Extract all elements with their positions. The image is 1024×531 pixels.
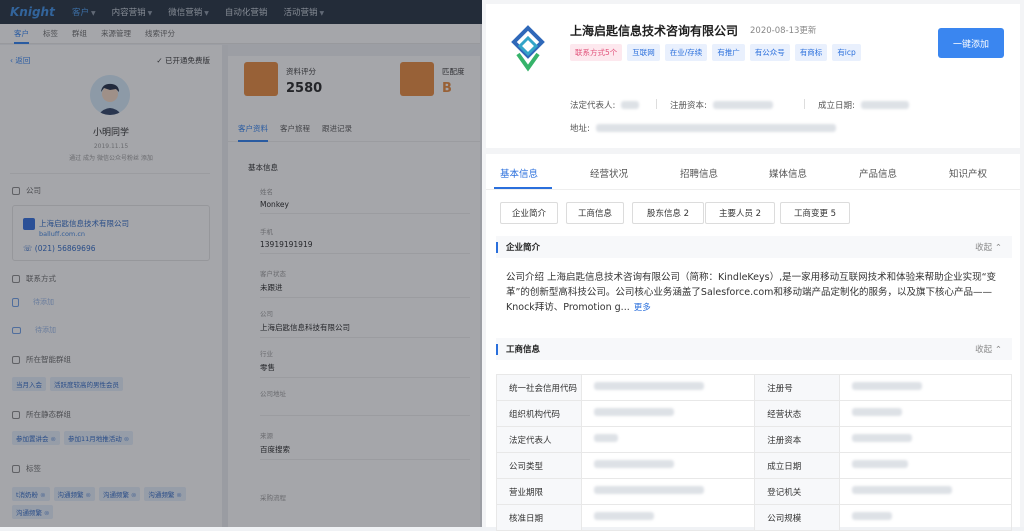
intro-title: 企业简介 <box>506 243 541 253</box>
modal-backdrop[interactable] <box>0 0 482 527</box>
blurred-value <box>593 408 674 416</box>
blurred-value <box>852 408 903 416</box>
blurred-value <box>852 382 923 390</box>
company-logo-icon <box>511 25 545 72</box>
table-key: 成立日期 <box>754 452 841 479</box>
table-key: 统一社会信用代码 <box>496 374 582 401</box>
blurred-value <box>621 101 640 109</box>
table-row: 组织机构代码 经营状态 <box>496 400 1012 427</box>
badge-promotion: 有推广 <box>712 44 745 61</box>
badge-status: 在业/存续 <box>664 44 708 61</box>
table-key: 营业期限 <box>496 478 582 505</box>
table-value <box>839 374 1012 401</box>
divider <box>656 99 657 109</box>
badge-wechat-account: 有公众号 <box>749 44 790 61</box>
tab-ip[interactable]: 知识产权 <box>949 166 987 180</box>
company-header: 上海启匙信息技术咨询有限公司 2020-08-13更新 联系方式5个 互联网 在… <box>486 4 1020 148</box>
table-value <box>580 426 756 453</box>
update-date: 2020-08-13更新 <box>750 26 817 36</box>
blurred-value <box>852 512 893 520</box>
section-marker <box>496 241 498 253</box>
divider <box>804 99 805 109</box>
blurred-value <box>593 382 704 390</box>
blurred-value <box>712 101 773 109</box>
address-info: 地址: <box>570 122 836 134</box>
table-value <box>580 452 756 479</box>
anchor-company-intro[interactable]: 企业简介 <box>500 202 558 224</box>
blurred-value <box>593 512 654 520</box>
table-value <box>580 478 756 505</box>
table-key: 公司类型 <box>496 452 582 479</box>
badge-trademark: 有商标 <box>794 44 828 61</box>
blurred-value <box>852 486 953 494</box>
company-intro-text: 公司介绍 上海启匙信息技术咨询有限公司（简称：KindleKeys）,是一家用移… <box>506 272 997 313</box>
table-row: 统一社会信用代码 注册号 <box>496 374 1012 401</box>
blurred-value <box>593 486 704 494</box>
capital-info: 注册资本: <box>670 99 773 111</box>
table-value <box>839 426 1012 453</box>
biz-section-header: 工商信息 收起 ⌃ <box>496 338 1012 360</box>
biz-collapse-toggle[interactable]: 收起 ⌃ <box>975 343 1002 355</box>
badge-contacts[interactable]: 联系方式5个 <box>570 44 623 61</box>
section-marker <box>496 343 498 355</box>
table-value <box>580 374 756 401</box>
more-link[interactable]: 更多 <box>634 303 651 313</box>
table-value <box>839 400 1012 427</box>
biz-title: 工商信息 <box>506 345 541 355</box>
table-row: 公司类型 成立日期 <box>496 452 1012 479</box>
tab-media[interactable]: 媒体信息 <box>769 166 807 180</box>
anchor-business-changes[interactable]: 工商变更 5 <box>780 202 850 224</box>
one-click-add-button[interactable]: 一键添加 <box>938 28 1004 58</box>
blurred-value <box>593 460 674 468</box>
table-row: 法定代表人 注册资本 <box>496 426 1012 453</box>
blurred-value <box>860 101 909 109</box>
table-key: 登记机关 <box>754 478 841 505</box>
table-key: 注册号 <box>754 374 841 401</box>
table-key: 组织机构代码 <box>496 400 582 427</box>
badge-industry: 互联网 <box>627 44 660 61</box>
table-row: 营业期限 登记机关 <box>496 478 1012 505</box>
company-badges: 联系方式5个 互联网 在业/存续 有推广 有公众号 有商标 有icp <box>570 44 910 66</box>
table-value <box>839 478 1012 505</box>
tab-operations[interactable]: 经营状况 <box>590 166 628 180</box>
anchor-business-info[interactable]: 工商信息 <box>566 202 624 224</box>
anchor-shareholders[interactable]: 股东信息 2 <box>632 202 704 224</box>
intro-collapse-toggle[interactable]: 收起 ⌃ <box>975 241 1002 253</box>
table-key: 注册资本 <box>754 426 841 453</box>
active-tab-indicator <box>494 187 552 189</box>
tab-recruitment[interactable]: 招聘信息 <box>680 166 718 180</box>
blurred-value <box>595 124 836 132</box>
table-key: 经营状态 <box>754 400 841 427</box>
company-title: 上海启匙信息技术咨询有限公司 <box>570 24 739 38</box>
tab-products[interactable]: 产品信息 <box>859 166 897 180</box>
blurred-value <box>852 460 909 468</box>
company-tabs: 基本信息 经营状况 招聘信息 媒体信息 产品信息 知识产权 <box>486 154 1020 190</box>
company-body: 基本信息 经营状况 招聘信息 媒体信息 产品信息 知识产权 企业简介 工商信息 … <box>486 154 1020 531</box>
tab-basic-info[interactable]: 基本信息 <box>500 166 538 180</box>
table-value <box>580 400 756 427</box>
badge-icp: 有icp <box>832 44 861 61</box>
anchor-key-people[interactable]: 主要人员 2 <box>705 202 775 224</box>
intro-section-header: 企业简介 收起 ⌃ <box>496 236 1012 258</box>
business-info-table: 统一社会信用代码 注册号 组织机构代码 经营状态 法定代表人 注册资本 公司类型 成立日… <box>496 374 1012 531</box>
blurred-value <box>593 434 618 442</box>
founded-info: 成立日期: <box>818 99 909 111</box>
table-value <box>839 452 1012 479</box>
legal-rep-info: 法定代表人: <box>570 99 640 111</box>
blurred-value <box>852 434 913 442</box>
table-key: 法定代表人 <box>496 426 582 453</box>
